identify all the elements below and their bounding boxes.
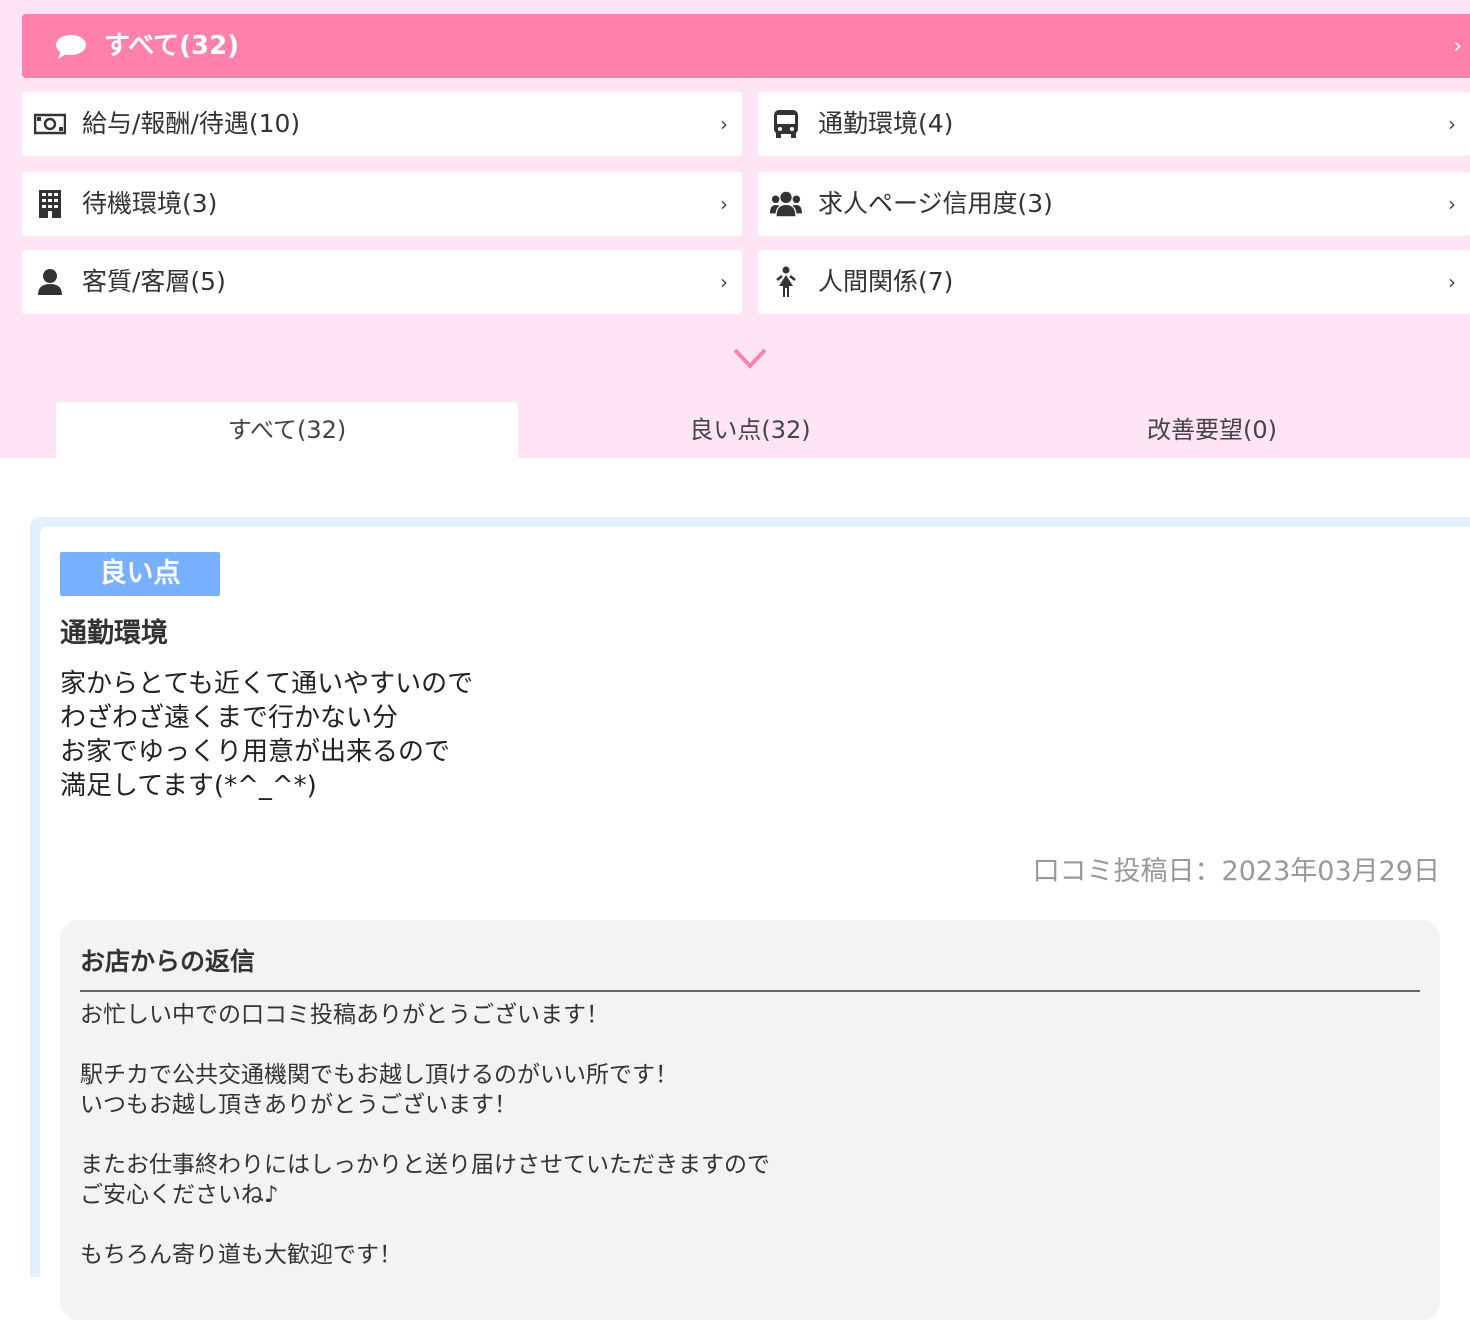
review-type-badge: 良い点	[60, 552, 220, 596]
divider	[80, 990, 1420, 992]
bus-icon	[770, 108, 802, 140]
filter-relationship-button[interactable]: 人間関係(7) ›	[758, 250, 1470, 314]
money-icon	[34, 108, 66, 140]
shop-reply-title: お店からの返信	[80, 947, 256, 976]
comment-icon	[55, 34, 87, 64]
tab-improvement-requests[interactable]: 改善要望(0)	[981, 402, 1443, 458]
review-post-date: 口コミ投稿日：2023年03月29日	[1032, 856, 1440, 887]
filter-customer-button[interactable]: 客質/客層(5) ›	[22, 250, 742, 314]
shop-reply-text: お忙しい中での口コミ投稿ありがとうございます！ 駅チカで公共交通機関でもお越し頂…	[80, 1002, 770, 1268]
filter-commute-button[interactable]: 通勤環境(4) ›	[758, 92, 1470, 156]
review-card: 良い点 通勤環境 家からとても近くて通いやすいので わざわざ遠くまで行かない分 …	[30, 517, 1470, 1320]
filter-recruit-page-label: 求人ページ信用度(3)	[818, 189, 1053, 218]
filter-relationship-label: 人間関係(7)	[818, 267, 954, 296]
review-category: 通勤環境	[60, 618, 168, 649]
filter-customer-label: 客質/客層(5)	[82, 267, 226, 296]
chevron-right-icon: ›	[1448, 270, 1456, 294]
shop-reply: お店からの返信 お忙しい中での口コミ投稿ありがとうございます！ 駅チカで公共交通…	[60, 920, 1440, 1320]
filter-all-button[interactable]: すべて(32) ›	[22, 14, 1470, 78]
chevron-right-icon: ›	[720, 192, 728, 216]
users-icon	[770, 188, 802, 220]
female-icon	[770, 266, 802, 298]
chevron-right-icon: ›	[1453, 34, 1462, 59]
chevron-right-icon: ›	[720, 270, 728, 294]
chevron-down-icon[interactable]	[732, 344, 768, 374]
filter-commute-label: 通勤環境(4)	[818, 109, 954, 138]
filter-waiting-button[interactable]: 待機環境(3) ›	[22, 172, 742, 236]
tab-all[interactable]: すべて(32)	[56, 402, 518, 458]
chevron-right-icon: ›	[720, 112, 728, 136]
review-card-body: 良い点 通勤環境 家からとても近くて通いやすいので わざわざ遠くまで行かない分 …	[40, 527, 1470, 1320]
category-filter-area: すべて(32) › 給与/報酬/待遇(10) › 通勤環境(4) › 待機環境(…	[0, 0, 1470, 458]
filter-waiting-label: 待機環境(3)	[82, 189, 218, 218]
filter-all-label: すべて(32)	[104, 31, 240, 61]
chevron-right-icon: ›	[1448, 192, 1456, 216]
review-text: 家からとても近くて通いやすいので わざわざ遠くまで行かない分 お家でゆっくり用意…	[60, 669, 474, 801]
filter-recruit-page-button[interactable]: 求人ページ信用度(3) ›	[758, 172, 1470, 236]
building-icon	[34, 188, 66, 220]
chevron-right-icon: ›	[1448, 112, 1456, 136]
filter-salary-label: 給与/報酬/待遇(10)	[82, 109, 301, 138]
filter-salary-button[interactable]: 給与/報酬/待遇(10) ›	[22, 92, 742, 156]
tab-good-points[interactable]: 良い点(32)	[519, 402, 981, 458]
user-icon	[34, 266, 66, 298]
